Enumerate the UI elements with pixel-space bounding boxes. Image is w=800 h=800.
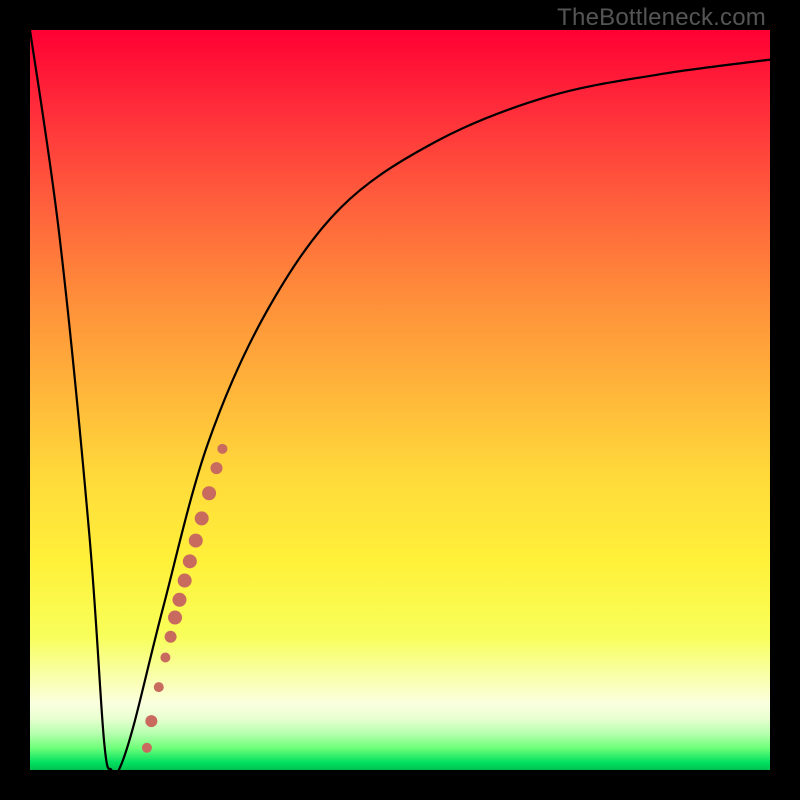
highlight-dot [145, 715, 157, 727]
highlight-dot [172, 593, 186, 607]
highlight-dot [165, 631, 177, 643]
highlight-dot [160, 653, 170, 663]
highlight-dot [189, 534, 203, 548]
highlight-dot [142, 743, 152, 753]
watermark-text: TheBottleneck.com [557, 4, 766, 32]
highlight-dot [168, 611, 182, 625]
plot-area [30, 30, 770, 770]
highlight-dots [142, 444, 227, 753]
highlight-dot [217, 444, 227, 454]
bottleneck-curve [30, 30, 770, 770]
highlight-dot [154, 682, 164, 692]
highlight-dot [195, 511, 209, 525]
highlight-dot [202, 486, 216, 500]
curve-layer [30, 30, 770, 770]
highlight-dot [178, 574, 192, 588]
chart-frame: TheBottleneck.com [0, 0, 800, 800]
highlight-dot [183, 554, 197, 568]
highlight-dot [210, 462, 222, 474]
